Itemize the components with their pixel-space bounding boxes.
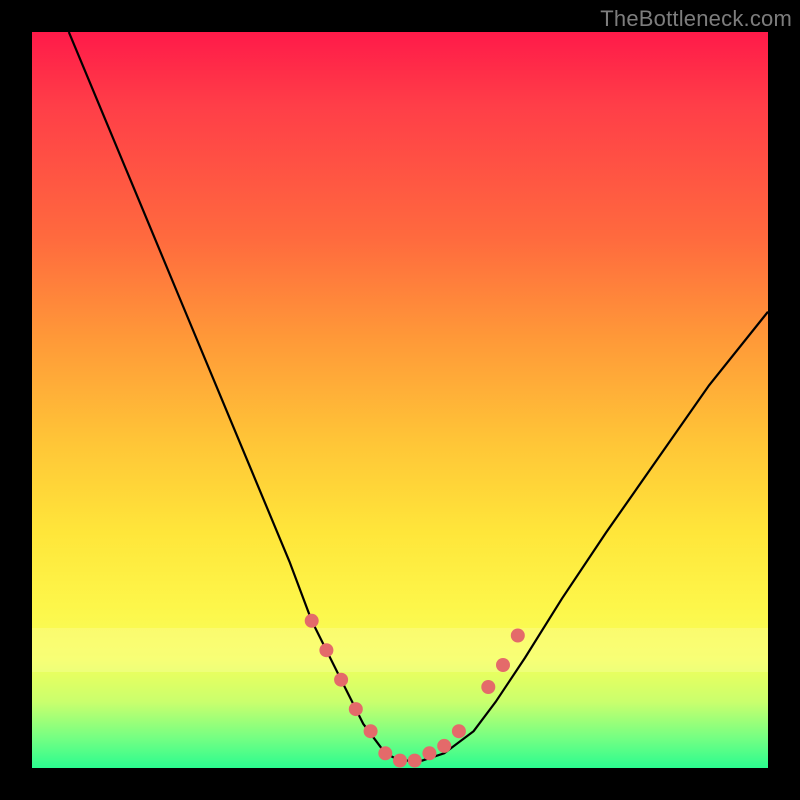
- highlight-dot: [319, 643, 333, 657]
- chart-frame: TheBottleneck.com: [0, 0, 800, 800]
- highlight-dot: [481, 680, 495, 694]
- highlight-band: [32, 628, 768, 672]
- highlight-dot: [393, 754, 407, 768]
- watermark-text: TheBottleneck.com: [600, 6, 792, 32]
- highlight-dot: [305, 614, 319, 628]
- highlight-dot: [364, 724, 378, 738]
- highlight-dot: [408, 754, 422, 768]
- highlight-dot: [496, 658, 510, 672]
- highlight-dot: [452, 724, 466, 738]
- highlight-dot: [334, 673, 348, 687]
- bottleneck-curve: [69, 32, 768, 761]
- plot-area: [32, 32, 768, 768]
- curve-layer: [32, 32, 768, 768]
- highlight-dot: [378, 746, 392, 760]
- highlight-dot: [349, 702, 363, 716]
- highlight-dot: [422, 746, 436, 760]
- minimum-dot-cluster: [305, 614, 525, 768]
- highlight-dot: [511, 629, 525, 643]
- highlight-dot: [437, 739, 451, 753]
